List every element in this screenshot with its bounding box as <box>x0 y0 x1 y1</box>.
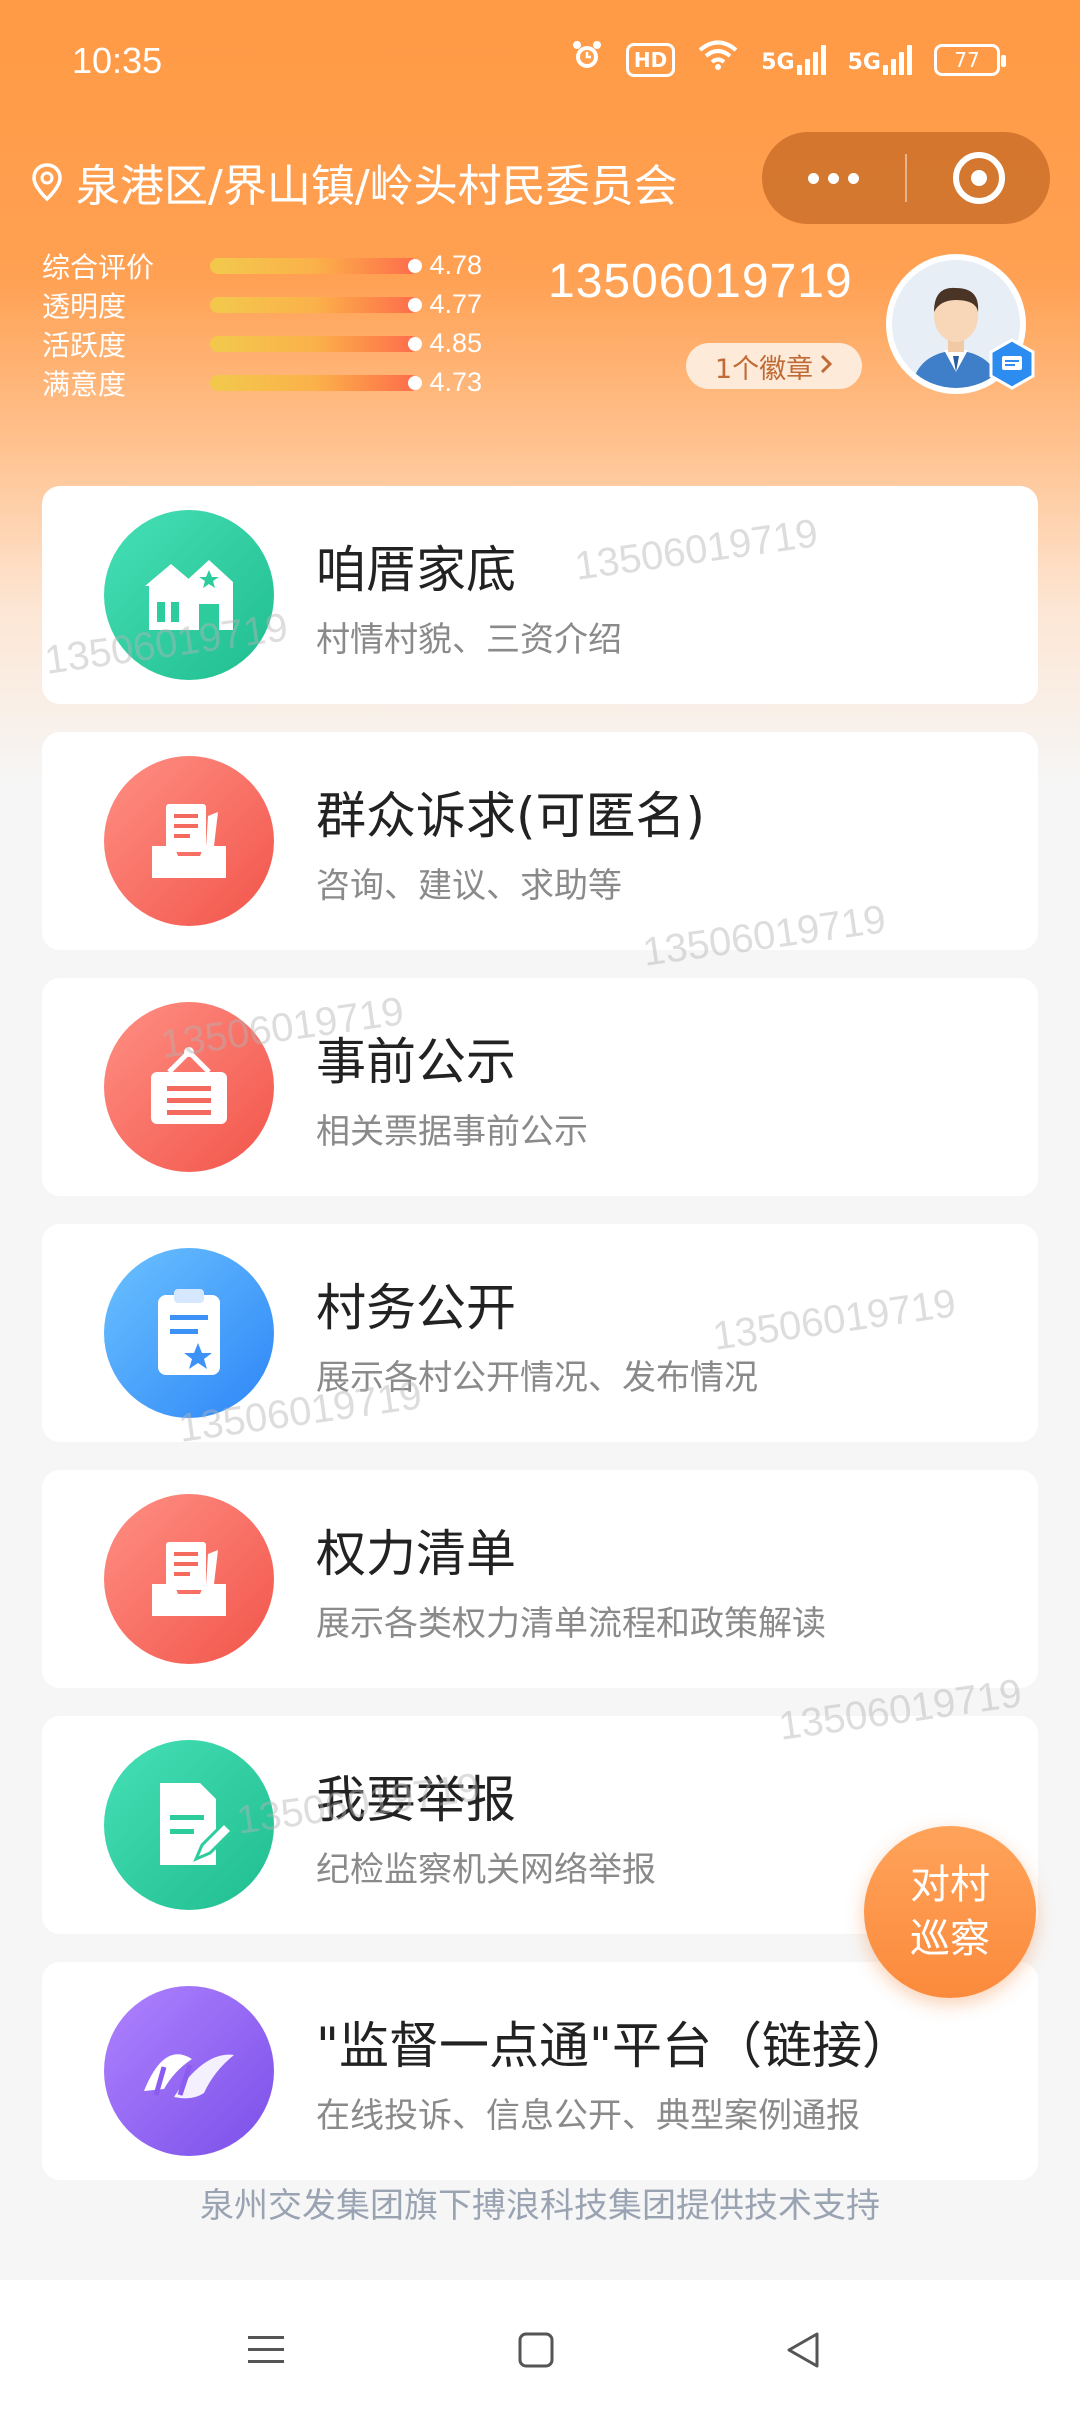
card-village-affairs[interactable]: 村务公开 展示各村公开情况、发布情况 <box>42 1224 1038 1442</box>
inbox-document-icon <box>104 756 274 926</box>
rating-bar <box>210 296 423 313</box>
more-dots-icon <box>808 172 859 184</box>
card-subtitle: 咨询、建议、求助等 <box>316 866 622 906</box>
card-subtitle: 纪检监察机关网络举报 <box>316 1850 656 1890</box>
card-title: 咱厝家底 <box>316 541 516 599</box>
card-subtitle: 展示各类权力清单流程和政策解读 <box>316 1604 826 1644</box>
status-time: 10:35 <box>72 40 163 81</box>
triangle-back-icon <box>787 2332 819 2368</box>
ratings-panel: 综合评价 4.78 透明度 4.77 活跃度 4.85 满意度 4.73 <box>42 246 482 402</box>
float-button-line2: 巡察 <box>910 1916 990 1962</box>
card-power-list[interactable]: 权力清单 展示各类权力清单流程和政策解读 <box>42 1470 1038 1688</box>
footer-support-text: 泉州交发集团旗下搏浪科技集团提供技术支持 <box>200 2186 880 2226</box>
rating-row: 活跃度 4.85 <box>42 324 482 363</box>
signal-2-icon: 5G <box>847 44 912 75</box>
sim2-label: 5G <box>847 49 881 75</box>
location-pin-icon <box>30 162 64 202</box>
rating-row: 满意度 4.73 <box>42 363 482 402</box>
notice-board-icon <box>104 1002 274 1172</box>
close-miniprogram-button[interactable] <box>907 132 1050 224</box>
card-prior-notice[interactable]: 事前公示 相关票据事前公示 <box>42 978 1038 1196</box>
chevron-right-icon <box>819 351 833 382</box>
menu-lines-icon <box>248 2336 284 2363</box>
system-nav-bar <box>0 2280 1080 2412</box>
clipboard-star-icon <box>104 1248 274 1418</box>
inbox-document-icon <box>104 1494 274 1664</box>
rating-label: 满意度 <box>42 367 127 401</box>
card-title: 村务公开 <box>316 1279 516 1337</box>
rating-value: 4.78 <box>429 250 482 280</box>
signal-1-icon: 5G <box>761 44 826 75</box>
card-subtitle: 在线投诉、信息公开、典型案例通报 <box>316 2096 860 2136</box>
rating-label: 综合评价 <box>42 250 155 284</box>
status-bar: 10:35 HD 5G 5G 77 <box>0 0 1080 120</box>
rating-value: 4.73 <box>429 367 482 397</box>
user-phone: 13506019719 <box>548 255 853 308</box>
rating-row: 综合评价 4.78 <box>42 246 482 285</box>
rating-label: 透明度 <box>42 289 127 323</box>
rating-bar <box>210 374 423 391</box>
card-subtitle: 村情村貌、三资介绍 <box>316 620 622 660</box>
document-edit-icon <box>104 1740 274 1910</box>
card-supervision-platform[interactable]: "监督一点通"平台（链接） 在线投诉、信息公开、典型案例通报 <box>42 1962 1038 2180</box>
location-breadcrumb[interactable]: 泉港区/界山镇/岭头村民委员会 <box>30 150 678 214</box>
card-subtitle: 展示各村公开情况、发布情况 <box>316 1358 758 1398</box>
rating-label: 活跃度 <box>42 328 127 362</box>
card-title: 群众诉求(可匿名) <box>316 787 706 845</box>
square-home-icon <box>518 2332 554 2368</box>
platform-logo-icon <box>104 1986 274 2156</box>
rating-value: 4.77 <box>429 289 482 319</box>
verified-badge-icon <box>986 338 1038 390</box>
status-icons: HD 5G 5G 77 <box>570 38 1006 81</box>
rating-value: 4.85 <box>429 328 482 358</box>
card-title: "监督一点通"平台（链接） <box>316 2017 912 2075</box>
card-village-profile[interactable]: 咱厝家底 村情村貌、三资介绍 <box>42 486 1038 704</box>
alarm-icon <box>570 38 604 81</box>
rating-bar <box>210 335 423 352</box>
card-public-appeal[interactable]: 群众诉求(可匿名) 咨询、建议、求助等 <box>42 732 1038 950</box>
home-button[interactable] <box>506 2320 566 2380</box>
more-button[interactable] <box>762 132 905 224</box>
village-inspection-float-button[interactable]: 对村 巡察 <box>864 1826 1036 1998</box>
float-button-line1: 对村 <box>910 1862 990 1908</box>
sim1-label: 5G <box>761 49 795 75</box>
miniprogram-capsule <box>762 132 1050 224</box>
card-subtitle: 相关票据事前公示 <box>316 1112 588 1152</box>
rating-row: 透明度 4.77 <box>42 285 482 324</box>
menu-button[interactable] <box>236 2320 296 2380</box>
badge-label: 1个徽章 <box>714 353 814 385</box>
badge-button[interactable]: 1个徽章 <box>686 343 862 389</box>
wifi-icon <box>697 39 739 80</box>
card-title: 权力清单 <box>316 1525 516 1583</box>
card-title: 我要举报 <box>316 1771 516 1829</box>
back-button[interactable] <box>772 2320 832 2380</box>
house-icon <box>104 510 274 680</box>
target-circle-icon <box>952 152 1005 204</box>
hd-icon: HD <box>625 42 676 77</box>
location-text: 泉港区/界山镇/岭头村民委员会 <box>76 161 678 212</box>
card-title: 事前公示 <box>316 1033 516 1091</box>
battery-icon: 77 <box>934 43 1006 76</box>
rating-bar <box>210 257 423 274</box>
